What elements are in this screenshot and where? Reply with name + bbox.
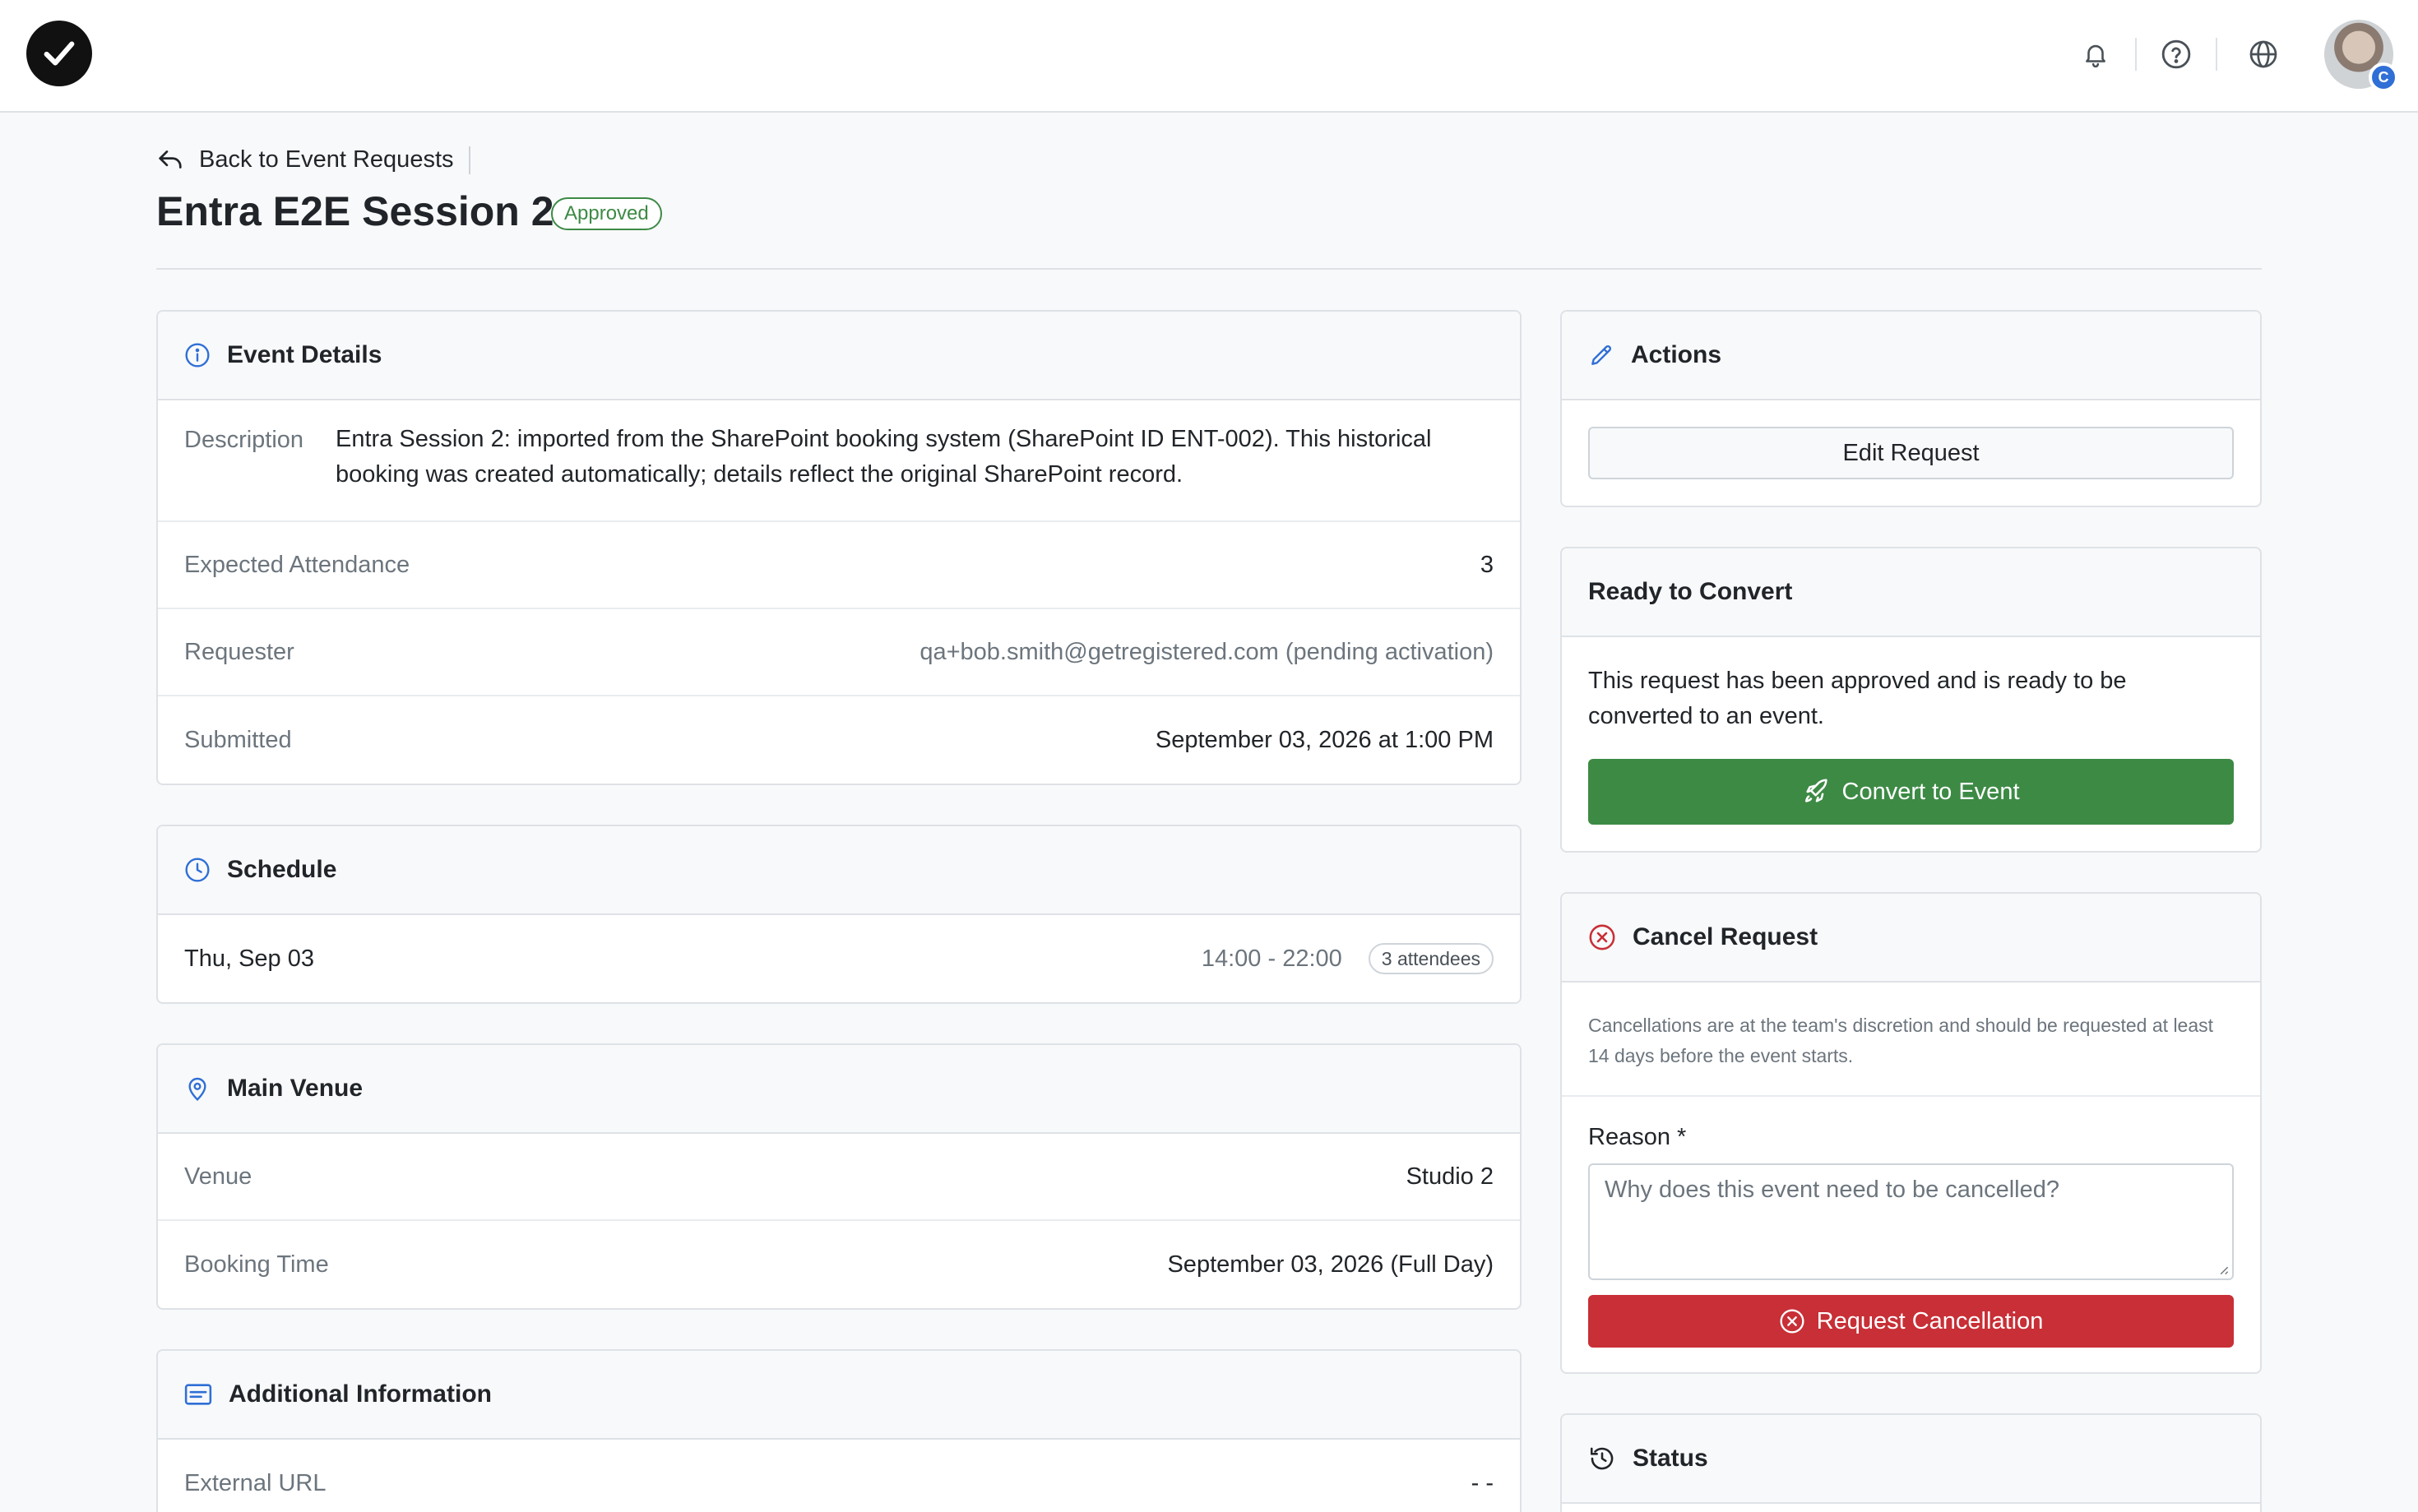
pencil-icon [1591,344,1612,365]
request-cancellation-button[interactable]: Request Cancellation [1588,1295,2234,1348]
actions-card: Actions Edit Request [1560,310,2262,507]
edit-request-button[interactable]: Edit Request [1588,427,2234,479]
actions-title: Actions [1631,341,1722,368]
description-text: Entra Session 2: imported from the Share… [336,426,1432,488]
attendees-pill: 3 attendees [1368,943,1494,974]
cancel-request-card: Cancel Request Cancellations are at the … [1560,892,2262,1374]
back-to-event-requests-link[interactable]: Back to Event Requests [156,143,454,176]
status-title: Status [1633,1445,1708,1472]
additional-information-header: Additional Information [158,1351,1520,1440]
ready-to-convert-header: Ready to Convert [1562,548,2260,637]
external-url-row: External URL - - [158,1440,1520,1512]
back-link-label: Back to Event Requests [199,146,454,173]
reason-placeholder: Why does this event need to be cancelled… [1605,1177,2059,1203]
reason-textarea[interactable]: Why does this event need to be cancelled… [1588,1163,2234,1280]
description-label: Description [184,427,304,453]
row-label: Expected Attendance [184,551,410,578]
requester-row: Requester qa+bob.smith@getregistered.com… [158,609,1520,696]
status-card: Status [1560,1413,2262,1512]
help-icon[interactable] [2158,36,2194,72]
actions-header: Actions [1562,312,2260,400]
event-details-card: Event Details Description Entra Session … [156,310,1522,785]
row-label: Submitted [184,726,292,753]
ready-to-convert-title: Ready to Convert [1588,578,1793,605]
globe-icon[interactable] [2245,36,2281,72]
schedule-day: Thu, Sep 03 [184,945,314,972]
card-text-icon [184,1384,212,1405]
ready-to-convert-message: This request has been approved and is re… [1588,668,2127,729]
row-label: Booking Time [184,1251,329,1278]
event-details-title: Event Details [227,341,382,368]
breadcrumb-divider [469,146,470,174]
clock-icon [185,858,210,882]
booking-time-row: Booking Time September 03, 2026 (Full Da… [158,1221,1520,1308]
topbar-divider [2135,38,2137,71]
top-navbar: C [0,0,2418,113]
topbar-divider [2216,38,2217,71]
app-logo[interactable] [26,21,92,86]
status-badge: Approved [551,197,662,230]
schedule-title: Schedule [227,856,337,883]
reply-arrow-icon [159,150,182,169]
row-value: 3 [1480,551,1494,578]
row-label: Requester [184,638,294,665]
schedule-card: Schedule Thu, Sep 03 14:00 - 22:00 3 att… [156,825,1522,1004]
additional-information-card: Additional Information External URL - - [156,1349,1522,1512]
row-value: - - [1471,1469,1494,1496]
checkmark-logo-icon [44,41,75,66]
request-cancellation-label: Request Cancellation [1816,1307,2044,1334]
cancel-request-header: Cancel Request [1562,894,2260,983]
schedule-time: 14:00 - 22:00 [1201,945,1342,972]
history-icon [1590,1447,1614,1470]
cancel-divider [1562,1095,2260,1097]
page-title: Entra E2E Session 2 [156,188,554,234]
status-header: Status [1562,1415,2260,1504]
main-venue-title: Main Venue [227,1075,364,1102]
venue-row: Venue Studio 2 [158,1134,1520,1221]
avatar-badge: C [2369,62,2398,92]
additional-information-title: Additional Information [229,1380,492,1408]
description-row: Description Entra Session 2: imported fr… [158,400,1520,522]
row-value: September 03, 2026 at 1:00 PM [1155,726,1494,753]
main-venue-header: Main Venue [158,1045,1520,1134]
row-value: qa+bob.smith@getregistered.com (pending … [919,638,1494,665]
row-value: September 03, 2026 (Full Day) [1167,1251,1494,1278]
main-venue-card: Main Venue Venue Studio 2 Booking Time S… [156,1043,1522,1310]
cancel-request-title: Cancel Request [1633,923,1818,950]
location-pin-icon [188,1077,206,1101]
user-avatar[interactable]: C [2324,20,2398,92]
bell-icon[interactable] [2078,36,2114,72]
rocket-icon [1804,779,1827,802]
reason-label: Reason * [1588,1124,1687,1150]
x-circle-icon [1589,924,1615,950]
cancellation-notice: Cancellations are at the team's discreti… [1588,1015,2214,1066]
row-value: Studio 2 [1406,1163,1494,1190]
convert-to-event-button[interactable]: Convert to Event [1588,759,2234,825]
resize-handle-icon[interactable] [2217,1264,2229,1275]
x-circle-icon [1780,1309,1804,1334]
info-icon [185,343,210,368]
ready-to-convert-card: Ready to Convert This request has been a… [1560,547,2262,853]
convert-to-event-label: Convert to Event [1841,778,2020,805]
header-divider [156,268,2262,270]
schedule-header: Schedule [158,826,1520,915]
event-details-header: Event Details [158,312,1520,400]
row-label: Venue [184,1163,252,1190]
schedule-row: Thu, Sep 03 14:00 - 22:00 3 attendees [158,915,1520,1002]
submitted-row: Submitted September 03, 2026 at 1:00 PM [158,696,1520,784]
expected-attendance-row: Expected Attendance 3 [158,522,1520,609]
row-label: External URL [184,1469,327,1496]
